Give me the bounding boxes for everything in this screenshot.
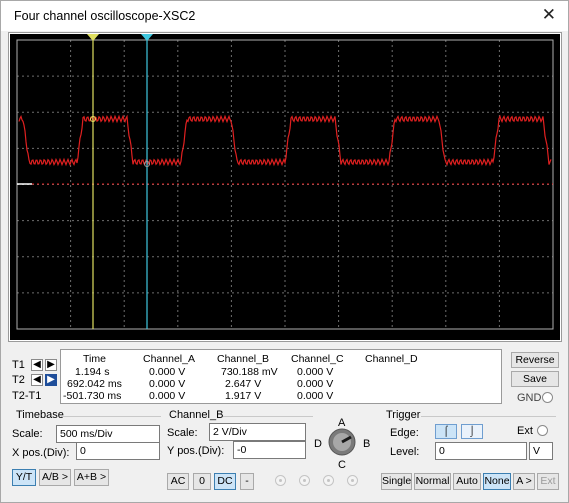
row3-channel-c: 0.000 V (297, 390, 334, 402)
col-header-time: Time (83, 353, 106, 365)
channel-ypos-input[interactable]: -0 (233, 441, 306, 459)
timebase-scale-label: Scale: (12, 428, 43, 440)
gnd-radio[interactable] (542, 392, 553, 403)
zero-coupling-button[interactable]: 0 (193, 473, 211, 490)
timebase-title: Timebase (16, 409, 64, 421)
gnd-label: GND (517, 392, 542, 404)
t2-right-arrow-icon[interactable]: ▶ (45, 374, 57, 386)
row3-channel-b: 1.917 V (225, 390, 262, 402)
row3-time: -501.730 ms (63, 390, 122, 402)
rising-edge-icon[interactable]: ⌠ (435, 424, 457, 439)
row2-channel-b: 2.647 V (225, 378, 262, 390)
timebase-scale-input[interactable]: 500 ms/Div (56, 425, 160, 443)
trigger-edge-label: Edge: (390, 427, 419, 439)
channel-selector-knob-icon[interactable] (327, 427, 357, 457)
col-header-channel-c: Channel_C (291, 353, 344, 365)
row2-time: 692.042 ms (67, 378, 122, 390)
t1-right-arrow-icon[interactable]: ▶ (45, 359, 57, 371)
trigger-divider (421, 416, 556, 417)
trigger-level-label: Level: (390, 446, 420, 458)
row2-channel-a: 0.000 V (149, 378, 186, 390)
channel-radio-1[interactable] (275, 475, 286, 486)
row1-time: 1.194 s (75, 366, 110, 378)
window-title: Four channel oscilloscope-XSC2 (14, 9, 196, 23)
t1-label: T1 (12, 359, 25, 371)
trigger-level-input[interactable]: 0 (435, 442, 527, 460)
trigger-source-a-button[interactable]: A > (513, 473, 535, 490)
close-icon[interactable]: ✕ (542, 5, 556, 25)
row1-channel-a: 0.000 V (149, 366, 186, 378)
channel-scale-label: Scale: (167, 427, 198, 439)
invert-button[interactable]: - (240, 473, 254, 490)
oscilloscope-window: Four channel oscilloscope-XSC2 ✕ T1 ◀ ▶ … (0, 0, 569, 503)
trigger-ext-radio[interactable] (537, 425, 548, 436)
selector-label-d: D (314, 438, 322, 450)
channel-title: Channel_B (169, 409, 224, 421)
save-button[interactable]: Save (511, 371, 559, 387)
t1-left-arrow-icon[interactable]: ◀ (31, 359, 43, 371)
yt-mode-button[interactable]: Y/T (12, 469, 36, 486)
col-header-channel-d: Channel_D (365, 353, 418, 365)
channel-scale-input[interactable]: 2 V/Div (209, 423, 306, 441)
trigger-auto-button[interactable]: Auto (453, 473, 481, 490)
channel-radio-2[interactable] (299, 475, 310, 486)
col-header-channel-a: Channel_A (143, 353, 195, 365)
trigger-single-button[interactable]: Single (381, 473, 412, 490)
row3-channel-a: 0.000 V (149, 390, 186, 402)
channel-ypos-label: Y pos.(Div): (167, 445, 225, 457)
t2-label: T2 (12, 374, 25, 386)
timebase-xpos-input[interactable]: 0 (76, 442, 160, 460)
trigger-title: Trigger (386, 409, 421, 421)
ac-coupling-button[interactable]: AC (167, 473, 189, 490)
selector-label-c: C (338, 459, 346, 471)
row1-channel-c: 0.000 V (297, 366, 334, 378)
aplusb-mode-button[interactable]: A+B > (74, 469, 109, 486)
trigger-none-button[interactable]: None (483, 473, 511, 490)
channel-radio-3[interactable] (323, 475, 334, 486)
measurement-table: Time Channel_A Channel_B Channel_C Chann… (60, 349, 502, 404)
selector-label-b: B (363, 438, 371, 450)
trigger-ext-label: Ext (517, 425, 533, 437)
channel-divider (223, 416, 313, 417)
t2-left-arrow-icon[interactable]: ◀ (31, 374, 43, 386)
trigger-level-unit[interactable]: V (529, 442, 553, 460)
t2t1-label: T2-T1 (12, 390, 42, 402)
timebase-xpos-label: X pos.(Div): (12, 447, 70, 459)
channel-radio-4[interactable] (347, 475, 358, 486)
falling-edge-icon[interactable]: ⌡ (461, 424, 483, 439)
row2-channel-c: 0.000 V (297, 378, 334, 390)
dc-coupling-button[interactable]: DC (214, 473, 236, 490)
timebase-divider (61, 416, 161, 417)
trigger-source-ext-button[interactable]: Ext (537, 473, 559, 490)
col-header-channel-b: Channel_B (217, 353, 269, 365)
title-bar[interactable]: Four channel oscilloscope-XSC2 ✕ (1, 1, 568, 31)
reverse-button[interactable]: Reverse (511, 352, 559, 368)
trigger-normal-button[interactable]: Normal (414, 473, 451, 490)
scope-screen (10, 34, 560, 340)
ab-mode-button[interactable]: A/B > (39, 469, 71, 486)
row1-channel-b: 730.188 mV (221, 366, 278, 378)
